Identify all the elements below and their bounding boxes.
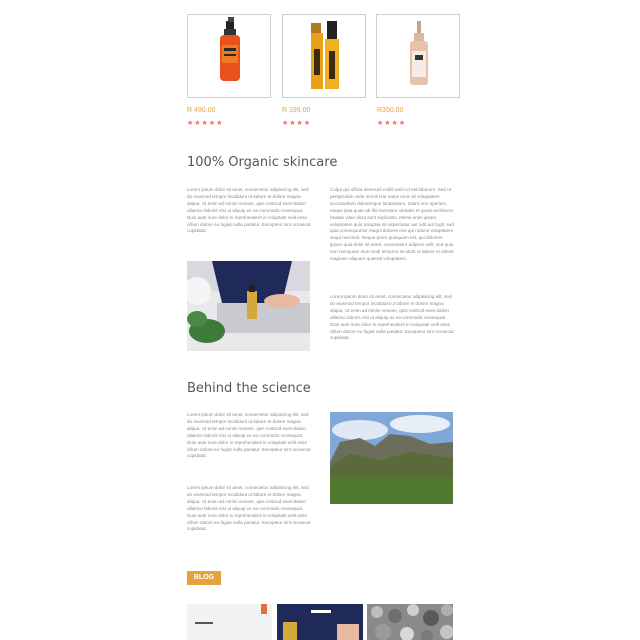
product-price-2: R 199.00 [282,107,311,114]
section-heading-science: Behind the science [187,381,311,396]
product-rating-3: ★★★★ [377,119,407,127]
blog-tag[interactable]: BLOG [187,571,221,585]
blog-thumbnail-3[interactable] [367,604,453,640]
product-rating-2: ★★★★ [282,119,312,127]
product-card-1[interactable] [187,14,271,98]
section2-paragraph-2: Lorem ipsum dolor sit amet, consectetur … [187,485,311,532]
mountain-landscape-photo [330,412,453,504]
product-card-3[interactable] [376,14,460,98]
product-price-1: R 490.00 [187,107,216,114]
section-heading-organic: 100% Organic skincare [187,155,338,170]
section1-right-paragraph-1: Culpa qui officia deserunt mollit anim i… [330,187,454,262]
product-rating-1: ★★★★★ [187,119,224,127]
section2-paragraph-1: Lorem ipsum dolor sit amet, consectetur … [187,412,311,459]
dropper-bottle-icon [410,21,428,85]
laptop-product-photo [187,261,310,351]
product-price-3: R350.00 [377,107,404,114]
section1-left-paragraph: Lorem ipsum dolor sit amet, consectetur … [187,187,311,234]
gold-roller-bottle-icon [311,21,339,89]
section1-right-paragraph-2: Lorem ipsum dolor sit amet, consectetur … [330,294,454,341]
blog-thumbnail-2[interactable] [277,604,363,640]
blog-thumbnail-1[interactable] [187,604,272,640]
product-card-2[interactable] [282,14,366,98]
red-spray-bottle-icon [220,17,240,81]
